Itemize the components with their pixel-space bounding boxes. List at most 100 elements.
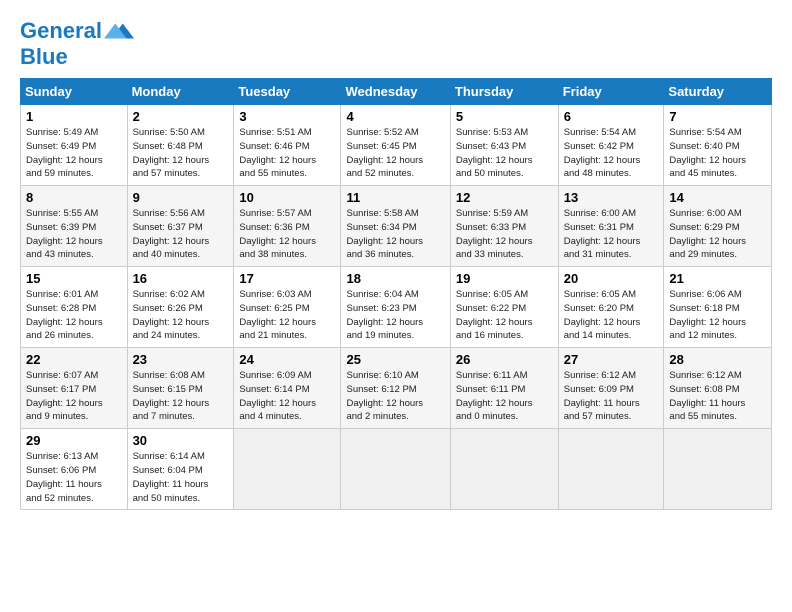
day-number: 18 <box>346 271 444 286</box>
calendar-cell: 6Sunrise: 5:54 AM Sunset: 6:42 PM Daylig… <box>558 105 664 186</box>
day-detail: Sunrise: 5:57 AM Sunset: 6:36 PM Dayligh… <box>239 207 335 262</box>
calendar-cell: 4 Sunrise: 5:52 AM Sunset: 6:45 PM Daylig… <box>341 105 450 186</box>
day-detail: Sunrise: 5:50 AM Sunset: 6:48 PM Dayligh… <box>133 126 229 181</box>
calendar-cell: 14 Sunrise: 6:00 AM Sunset: 6:29 PM Dayli… <box>664 186 772 267</box>
col-header-wednesday: Wednesday <box>341 79 450 105</box>
day-number: 25 <box>346 352 444 367</box>
day-detail: Sunrise: 6:00 AM Sunset: 6:31 PM Dayligh… <box>564 207 659 262</box>
day-number: 3 <box>239 109 335 124</box>
col-header-saturday: Saturday <box>664 79 772 105</box>
day-detail: Sunrise: 6:05 AM Sunset: 6:22 PM Dayligh… <box>456 288 553 343</box>
col-header-tuesday: Tuesday <box>234 79 341 105</box>
day-number: 8 <box>26 190 122 205</box>
calendar-cell: 10 Sunrise: 5:57 AM Sunset: 6:36 PM Dayli… <box>234 186 341 267</box>
day-number: 2 <box>133 109 229 124</box>
day-number: 13 <box>564 190 659 205</box>
calendar-cell: 28Sunrise: 6:12 AM Sunset: 6:08 PM Dayli… <box>664 348 772 429</box>
calendar-week-1: 1 Sunrise: 5:49 AM Sunset: 6:49 PM Daylig… <box>21 105 772 186</box>
calendar-week-5: 29Sunrise: 6:13 AM Sunset: 6:06 PM Dayli… <box>21 429 772 510</box>
calendar-cell: 19 Sunrise: 6:05 AM Sunset: 6:22 PM Dayli… <box>450 267 558 348</box>
calendar-week-4: 22 Sunrise: 6:07 AM Sunset: 6:17 PM Dayli… <box>21 348 772 429</box>
calendar-cell <box>450 429 558 510</box>
calendar-cell: 30 Sunrise: 6:14 AM Sunset: 6:04 PM Dayli… <box>127 429 234 510</box>
day-detail: Sunrise: 6:04 AM Sunset: 6:23 PM Dayligh… <box>346 288 444 343</box>
day-number: 23 <box>133 352 229 367</box>
day-detail: Sunrise: 5:53 AM Sunset: 6:43 PM Dayligh… <box>456 126 553 181</box>
day-detail: Sunrise: 6:00 AM Sunset: 6:29 PM Dayligh… <box>669 207 766 262</box>
calendar-week-2: 8 Sunrise: 5:55 AM Sunset: 6:39 PM Daylig… <box>21 186 772 267</box>
calendar-cell: 7 Sunrise: 5:54 AM Sunset: 6:40 PM Daylig… <box>664 105 772 186</box>
calendar-cell: 17 Sunrise: 6:03 AM Sunset: 6:25 PM Dayli… <box>234 267 341 348</box>
day-detail: Sunrise: 5:58 AM Sunset: 6:34 PM Dayligh… <box>346 207 444 262</box>
day-detail: Sunrise: 6:06 AM Sunset: 6:18 PM Dayligh… <box>669 288 766 343</box>
day-number: 4 <box>346 109 444 124</box>
calendar-cell <box>234 429 341 510</box>
col-header-monday: Monday <box>127 79 234 105</box>
logo: General Blue <box>20 16 134 68</box>
day-number: 14 <box>669 190 766 205</box>
day-number: 30 <box>133 433 229 448</box>
day-detail: Sunrise: 5:56 AM Sunset: 6:37 PM Dayligh… <box>133 207 229 262</box>
day-number: 17 <box>239 271 335 286</box>
calendar-cell: 25 Sunrise: 6:10 AM Sunset: 6:12 PM Dayli… <box>341 348 450 429</box>
day-number: 15 <box>26 271 122 286</box>
day-number: 21 <box>669 271 766 286</box>
day-number: 22 <box>26 352 122 367</box>
calendar-cell <box>664 429 772 510</box>
calendar-cell: 11 Sunrise: 5:58 AM Sunset: 6:34 PM Dayli… <box>341 186 450 267</box>
calendar-cell: 18 Sunrise: 6:04 AM Sunset: 6:23 PM Dayli… <box>341 267 450 348</box>
calendar-cell <box>341 429 450 510</box>
day-detail: Sunrise: 6:05 AM Sunset: 6:20 PM Dayligh… <box>564 288 659 343</box>
calendar-cell: 23 Sunrise: 6:08 AM Sunset: 6:15 PM Dayli… <box>127 348 234 429</box>
day-number: 9 <box>133 190 229 205</box>
day-detail: Sunrise: 5:55 AM Sunset: 6:39 PM Dayligh… <box>26 207 122 262</box>
day-detail: Sunrise: 6:03 AM Sunset: 6:25 PM Dayligh… <box>239 288 335 343</box>
calendar-cell: 5 Sunrise: 5:53 AM Sunset: 6:43 PM Daylig… <box>450 105 558 186</box>
header: General Blue <box>20 16 772 68</box>
day-detail: Sunrise: 6:09 AM Sunset: 6:14 PM Dayligh… <box>239 369 335 424</box>
day-number: 5 <box>456 109 553 124</box>
day-number: 16 <box>133 271 229 286</box>
day-number: 1 <box>26 109 122 124</box>
logo-text: General <box>20 19 102 43</box>
calendar-cell: 16Sunrise: 6:02 AM Sunset: 6:26 PM Dayli… <box>127 267 234 348</box>
day-number: 12 <box>456 190 553 205</box>
calendar-cell: 8 Sunrise: 5:55 AM Sunset: 6:39 PM Daylig… <box>21 186 128 267</box>
day-detail: Sunrise: 6:08 AM Sunset: 6:15 PM Dayligh… <box>133 369 229 424</box>
calendar-week-3: 15 Sunrise: 6:01 AM Sunset: 6:28 PM Dayli… <box>21 267 772 348</box>
page: General Blue SundayMondayTuesdayWednesda… <box>0 0 792 520</box>
day-number: 24 <box>239 352 335 367</box>
calendar-cell: 15 Sunrise: 6:01 AM Sunset: 6:28 PM Dayli… <box>21 267 128 348</box>
col-header-friday: Friday <box>558 79 664 105</box>
day-number: 11 <box>346 190 444 205</box>
day-detail: Sunrise: 5:51 AM Sunset: 6:46 PM Dayligh… <box>239 126 335 181</box>
day-detail: Sunrise: 5:59 AM Sunset: 6:33 PM Dayligh… <box>456 207 553 262</box>
day-number: 27 <box>564 352 659 367</box>
calendar-cell: 9 Sunrise: 5:56 AM Sunset: 6:37 PM Daylig… <box>127 186 234 267</box>
col-header-thursday: Thursday <box>450 79 558 105</box>
day-detail: Sunrise: 6:12 AM Sunset: 6:08 PM Dayligh… <box>669 369 766 424</box>
day-detail: Sunrise: 5:52 AM Sunset: 6:45 PM Dayligh… <box>346 126 444 181</box>
day-number: 19 <box>456 271 553 286</box>
day-detail: Sunrise: 5:54 AM Sunset: 6:40 PM Dayligh… <box>669 126 766 181</box>
calendar-cell: 26Sunrise: 6:11 AM Sunset: 6:11 PM Dayli… <box>450 348 558 429</box>
day-number: 29 <box>26 433 122 448</box>
logo-icon <box>104 16 134 46</box>
day-detail: Sunrise: 5:49 AM Sunset: 6:49 PM Dayligh… <box>26 126 122 181</box>
col-header-sunday: Sunday <box>21 79 128 105</box>
day-detail: Sunrise: 6:10 AM Sunset: 6:12 PM Dayligh… <box>346 369 444 424</box>
day-detail: Sunrise: 6:14 AM Sunset: 6:04 PM Dayligh… <box>133 450 229 505</box>
calendar-cell: 29Sunrise: 6:13 AM Sunset: 6:06 PM Dayli… <box>21 429 128 510</box>
calendar-table: SundayMondayTuesdayWednesdayThursdayFrid… <box>20 78 772 510</box>
calendar-cell <box>558 429 664 510</box>
day-detail: Sunrise: 6:12 AM Sunset: 6:09 PM Dayligh… <box>564 369 659 424</box>
day-detail: Sunrise: 6:01 AM Sunset: 6:28 PM Dayligh… <box>26 288 122 343</box>
day-detail: Sunrise: 6:07 AM Sunset: 6:17 PM Dayligh… <box>26 369 122 424</box>
calendar-cell: 27 Sunrise: 6:12 AM Sunset: 6:09 PM Dayli… <box>558 348 664 429</box>
day-number: 7 <box>669 109 766 124</box>
day-number: 20 <box>564 271 659 286</box>
day-number: 6 <box>564 109 659 124</box>
calendar-cell: 24 Sunrise: 6:09 AM Sunset: 6:14 PM Dayli… <box>234 348 341 429</box>
day-number: 10 <box>239 190 335 205</box>
calendar-header-row: SundayMondayTuesdayWednesdayThursdayFrid… <box>21 79 772 105</box>
